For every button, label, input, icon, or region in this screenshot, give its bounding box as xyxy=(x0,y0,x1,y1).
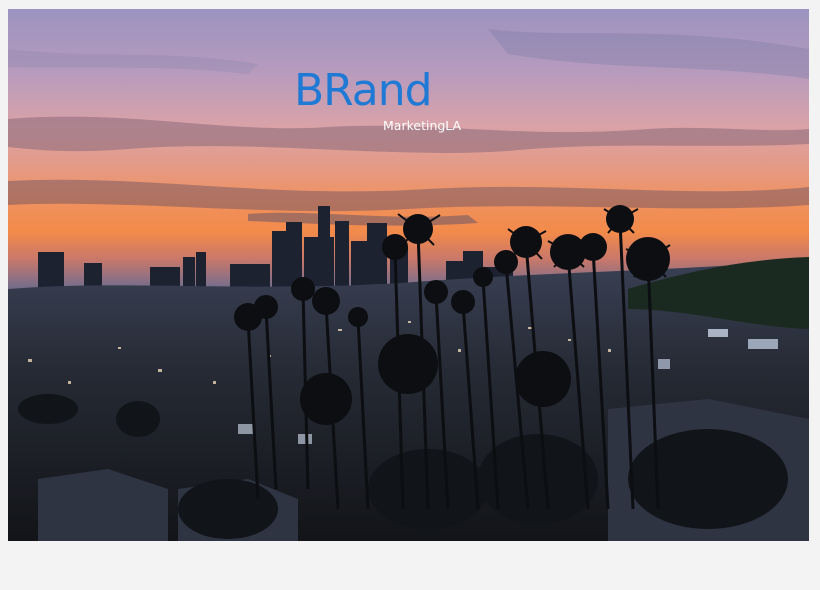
logo-subtitle: MarketingLA xyxy=(383,118,462,133)
logo-wordmark: BRand xyxy=(294,65,433,116)
brand-logo: BRand MarketingLA xyxy=(294,65,484,134)
page: BRand MarketingLA xyxy=(0,0,820,590)
hero-photo: BRand MarketingLA xyxy=(8,9,809,541)
